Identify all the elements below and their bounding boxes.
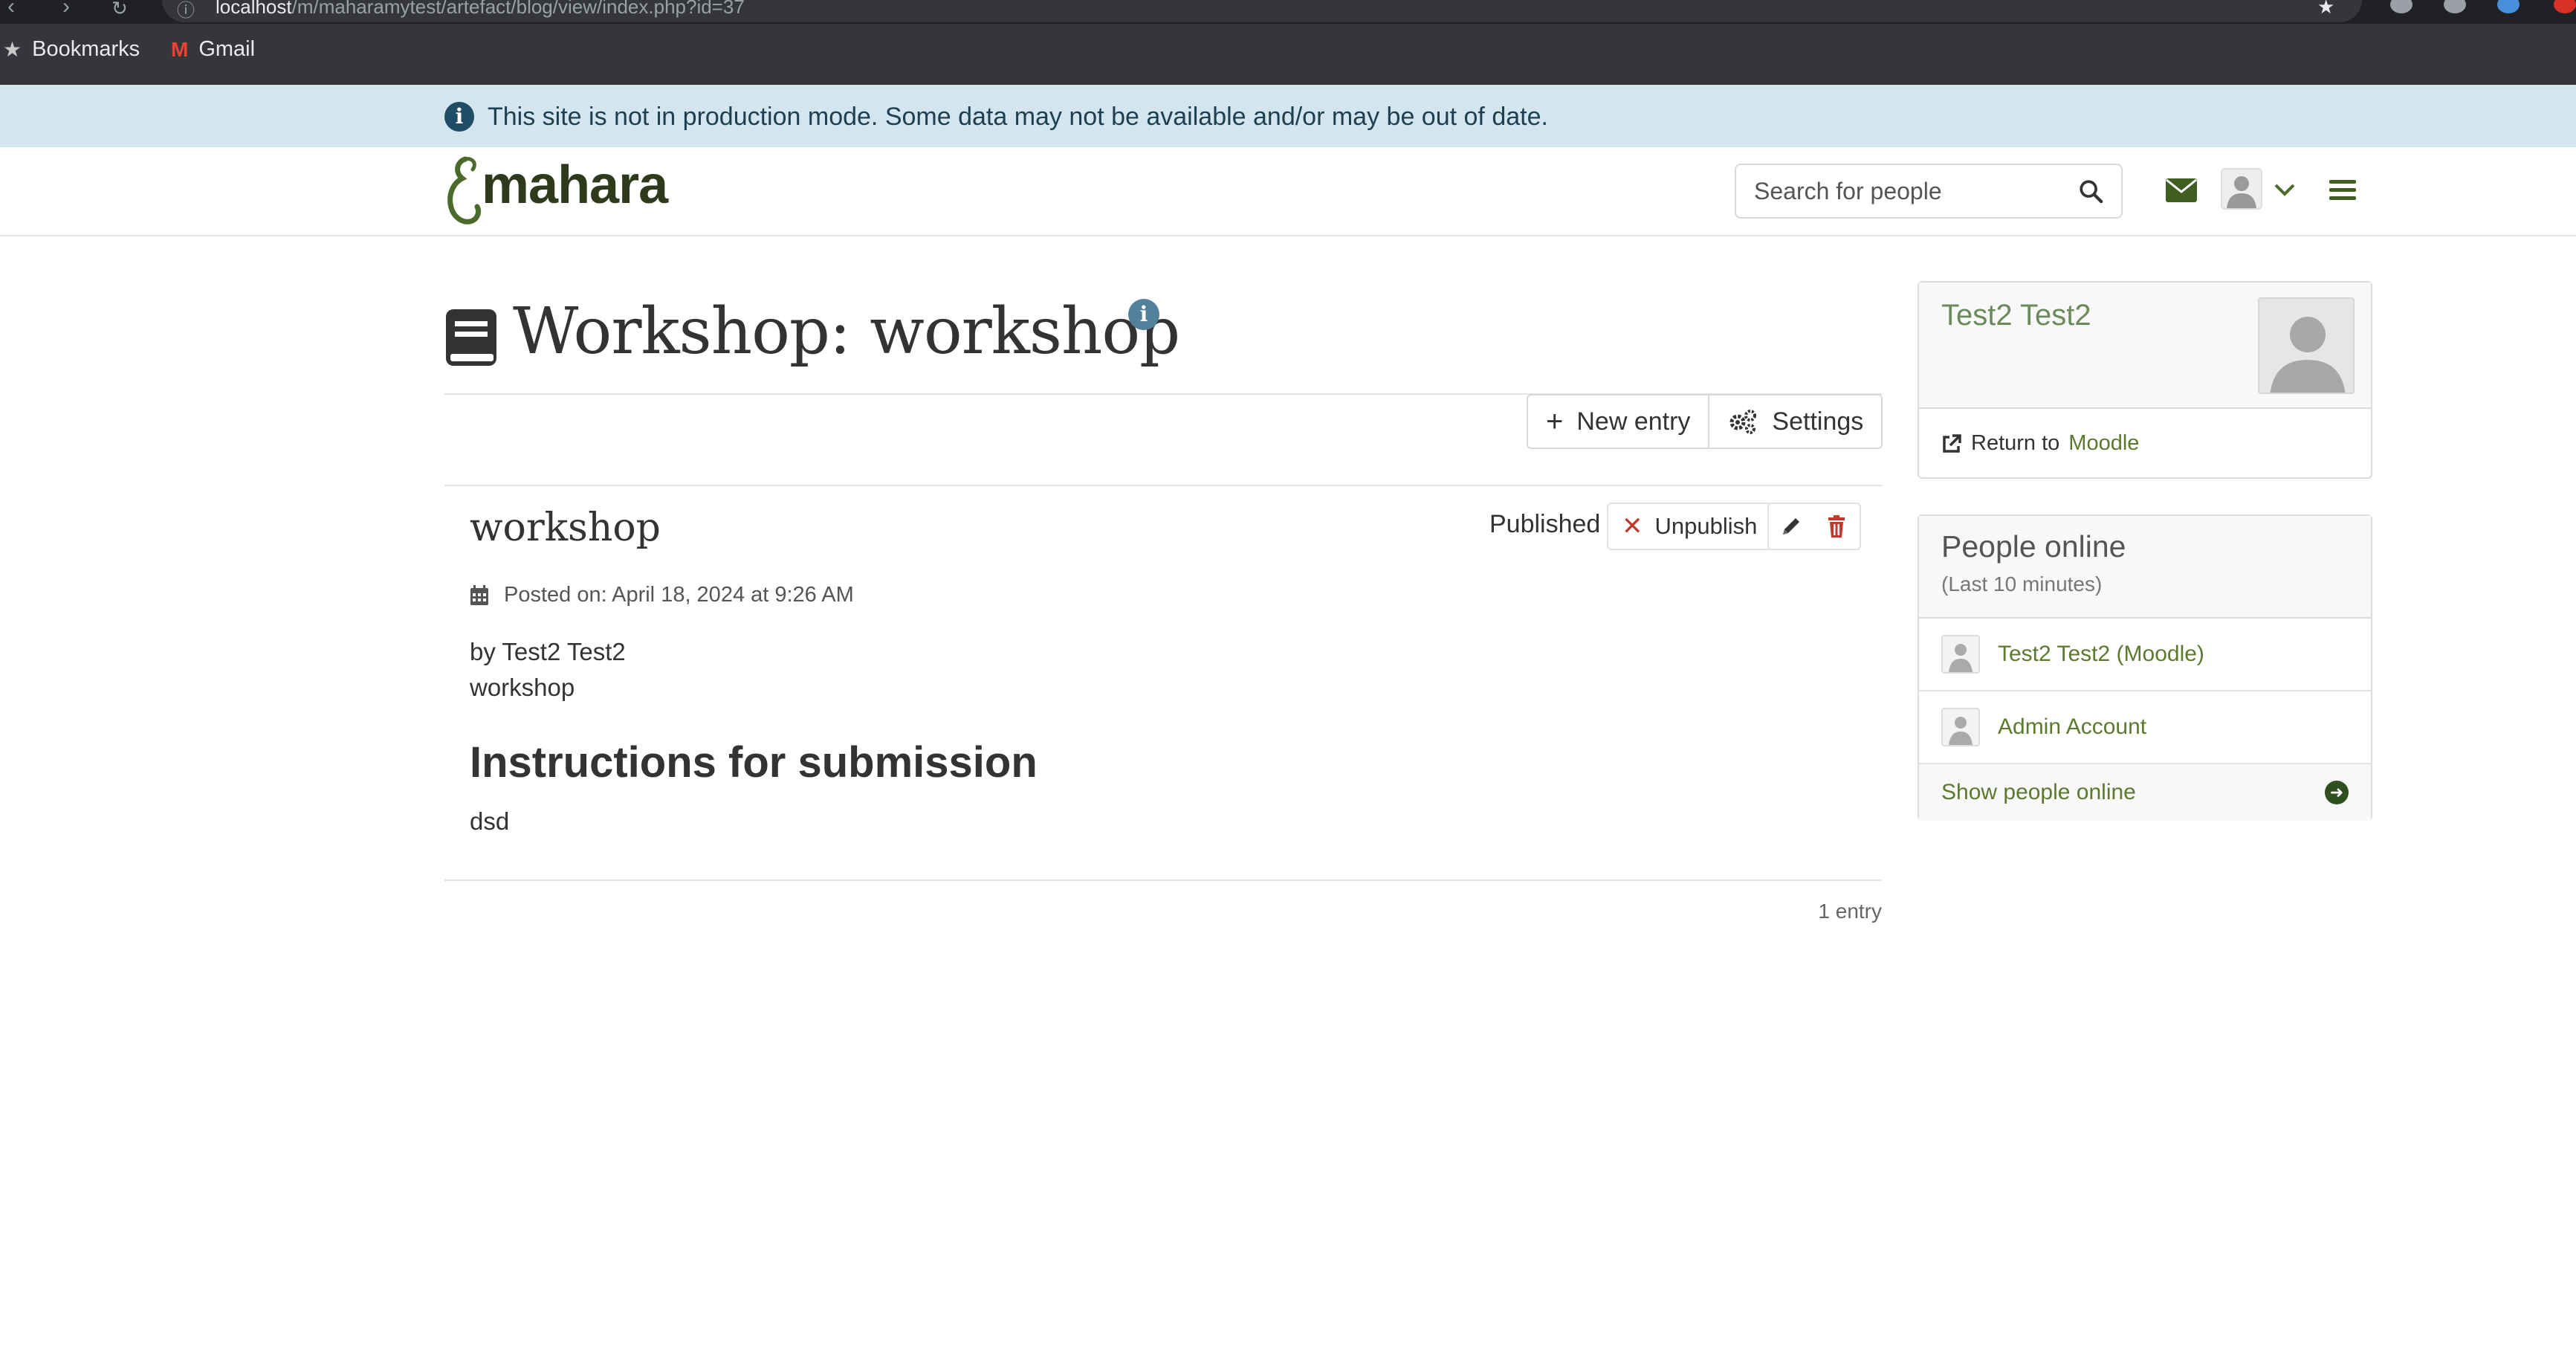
unpublish-button[interactable]: ✕ Unpublish — [1607, 503, 1773, 550]
logo-text[interactable]: mahara — [482, 155, 668, 216]
extension-icon[interactable] — [2390, 0, 2412, 13]
reload-icon[interactable]: ↻ — [111, 0, 128, 20]
user-profile-card: Test2 Test2 Return to Moodle — [1918, 281, 2372, 479]
envelope-icon — [2166, 178, 2197, 202]
delete-entry-button[interactable] — [1813, 503, 1861, 550]
user-avatar-icon — [2270, 317, 2346, 393]
notice-text: This site is not in production mode. Som… — [488, 103, 1548, 131]
forward-icon[interactable]: › — [62, 0, 70, 19]
search-field[interactable] — [1735, 164, 2062, 219]
external-link-icon — [1943, 433, 1961, 453]
return-prefix: Return to — [1971, 431, 2060, 455]
user-avatar-icon — [1941, 708, 1980, 746]
entry-body-text: dsd — [470, 807, 510, 835]
entry-status: Published — [1489, 510, 1601, 538]
unpublish-label: Unpublish — [1654, 513, 1758, 539]
show-people-online-label: Show people online — [1941, 780, 2136, 804]
search-button[interactable] — [2060, 164, 2123, 219]
posted-date-text: Posted on: April 18, 2024 at 9:26 AM — [504, 583, 854, 607]
star-icon: ★ — [3, 38, 22, 61]
person-name[interactable]: Test2 Test2 (Moodle) — [1998, 642, 2204, 667]
new-entry-button[interactable]: + New entry — [1528, 396, 1708, 448]
bookmark-label: Gmail — [198, 37, 256, 61]
trash-icon — [1828, 515, 1845, 538]
user-avatar-icon — [1941, 635, 1980, 674]
entry-count: 1 entry — [1818, 900, 1882, 923]
entry-author: by Test2 Test2 — [470, 638, 626, 665]
return-to-moodle-link[interactable]: Return to Moodle — [1941, 431, 2139, 456]
bookmark-label: Bookmarks — [32, 37, 140, 61]
divider — [444, 485, 1882, 486]
edit-entry-button[interactable] — [1767, 503, 1815, 550]
info-icon: i — [444, 102, 474, 132]
list-item[interactable]: Test2 Test2 (Moodle) — [1919, 619, 2371, 691]
user-menu-avatar[interactable] — [2221, 168, 2262, 210]
arrow-right-circle-icon: ➜ — [2325, 781, 2349, 804]
user-avatar[interactable] — [2258, 297, 2355, 394]
settings-label: Settings — [1772, 407, 1864, 436]
url-text: localhost/m/maharamytest/artefact/blog/v… — [216, 0, 745, 18]
show-people-online-link[interactable]: Show people online ➜ — [1919, 764, 2371, 821]
journal-book-icon — [446, 309, 496, 366]
main-menu-button[interactable] — [2328, 177, 2357, 204]
bookmark-gmail[interactable]: M Gmail — [171, 37, 255, 62]
hamburger-menu-icon — [2329, 180, 2356, 200]
moodle-link[interactable]: Moodle — [2068, 431, 2139, 456]
search-icon — [2080, 180, 2103, 204]
gmail-icon: M — [171, 37, 189, 61]
site-notice-banner: i This site is not in production mode. S… — [0, 85, 2576, 147]
page-help-icon[interactable]: i — [1128, 299, 1159, 330]
site-header: mahara — [0, 147, 2576, 236]
inbox-button[interactable] — [2164, 175, 2198, 205]
person-name[interactable]: Admin Account — [1998, 714, 2146, 740]
user-avatar-icon — [2227, 176, 2256, 208]
journal-actions: + New entry Settings — [1527, 394, 1883, 449]
list-item[interactable]: Admin Account — [1919, 691, 2371, 764]
entry-title[interactable]: workshop — [470, 506, 661, 550]
calendar-icon — [470, 584, 488, 605]
entry-body-line: workshop — [470, 674, 575, 701]
user-name[interactable]: Test2 Test2 — [1941, 299, 2091, 332]
people-online-card: People online (Last 10 minutes) Test2 Te… — [1918, 514, 2372, 821]
gears-icon — [1729, 410, 1757, 434]
bookmarks-bar: ★ Bookmarks M Gmail — [0, 24, 2576, 85]
settings-button[interactable]: Settings — [1708, 396, 1881, 448]
pencil-icon — [1783, 518, 1799, 535]
search-input[interactable] — [1736, 165, 2060, 217]
page-title: Workshop: workshop — [513, 294, 1180, 369]
mahara-logo-icon[interactable] — [443, 155, 483, 226]
back-icon[interactable]: ‹ — [7, 0, 15, 19]
people-online-header: People online (Last 10 minutes) — [1919, 516, 2371, 619]
divider — [444, 880, 1882, 881]
extension-icon[interactable] — [2497, 0, 2520, 13]
user-card-header: Test2 Test2 — [1919, 283, 2371, 409]
people-online-title: People online — [1941, 529, 2126, 564]
people-online-subtitle: (Last 10 minutes) — [1941, 572, 2103, 596]
bookmarks-folder[interactable]: ★ Bookmarks — [3, 37, 140, 62]
site-info-icon[interactable]: ⓘ — [177, 0, 195, 22]
bookmark-star-icon[interactable]: ★ — [2317, 0, 2334, 19]
browser-toolbar: ‹ › ↻ ⓘ localhost/m/maharamytest/artefac… — [0, 0, 2576, 24]
entry-heading: Instructions for submission — [470, 738, 1038, 787]
extension-icon[interactable] — [2444, 0, 2466, 13]
address-bar[interactable]: ⓘ localhost/m/maharamytest/artefact/blog… — [162, 0, 2362, 22]
user-menu-toggle[interactable] — [2271, 178, 2298, 201]
profile-icon[interactable] — [2554, 0, 2576, 13]
chevron-down-icon — [2274, 184, 2295, 196]
close-icon: ✕ — [1622, 512, 1643, 540]
posted-date: Posted on: April 18, 2024 at 9:26 AM — [470, 583, 854, 607]
plus-icon: + — [1546, 405, 1564, 438]
new-entry-label: New entry — [1576, 407, 1691, 436]
